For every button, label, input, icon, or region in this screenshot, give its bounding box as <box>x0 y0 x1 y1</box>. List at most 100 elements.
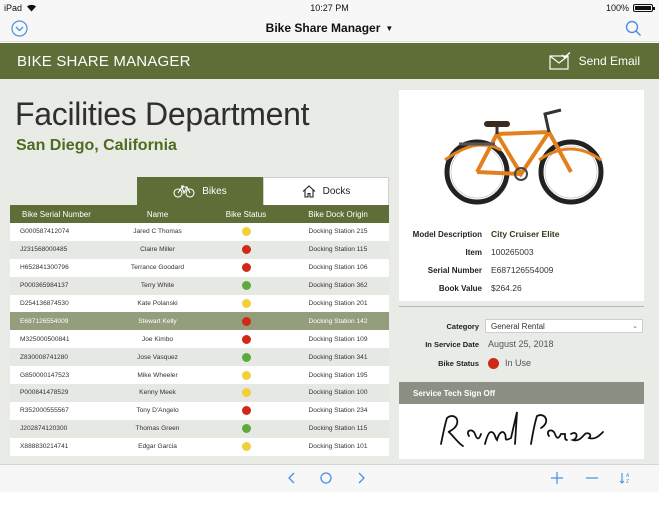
serial-cell: Z830008741280 <box>20 353 69 361</box>
service-date-value[interactable]: August 25, 2018 <box>488 339 554 349</box>
sort-button[interactable]: A Z <box>618 470 634 486</box>
plus-icon <box>551 472 563 484</box>
circle-icon <box>320 472 332 484</box>
nav-title-caret: ▼ <box>385 24 394 33</box>
name-cell: Edgar Garcia <box>138 443 177 451</box>
column-header-status[interactable]: Bike Status <box>205 210 287 219</box>
table-row[interactable]: E687126554009 Stewart Kelly Docking Statio… <box>10 312 389 331</box>
detail-row-model: Model Description City Cruiser Elite <box>399 226 644 242</box>
status-dot-icon <box>241 370 251 380</box>
status-bar: iPad 10:27 PM 100% <box>0 0 659 16</box>
item-value: 100265003 <box>491 247 534 257</box>
bike-status-value[interactable]: In Use <box>488 357 531 369</box>
chevron-right-icon <box>358 472 365 484</box>
send-email-button[interactable]: Send Email <box>549 52 640 70</box>
serial-cell: H652841300796 <box>20 264 69 272</box>
next-record-button[interactable] <box>353 470 369 486</box>
book-value-label: Book Value <box>438 283 482 293</box>
table-row[interactable]: D254136874530 Kate Polanski Docking Statio… <box>10 295 389 313</box>
status-dot-icon <box>241 424 251 434</box>
table-row[interactable]: R352000555567 Tony D'Angelo Docking Statio… <box>10 402 389 420</box>
serial-cell: R352000555567 <box>20 407 69 415</box>
chevron-left-icon <box>288 472 295 484</box>
dock-cell: Docking Station 101 <box>308 443 368 451</box>
dock-cell: Docking Station 362 <box>308 282 368 290</box>
status-cell <box>205 316 287 326</box>
name-cell: Kenny Meek <box>139 389 176 397</box>
name-cell: Terry White <box>140 282 175 290</box>
detail-row-book: Book Value $264.26 <box>399 280 644 296</box>
category-select[interactable]: General Rental ⌄ <box>485 319 643 333</box>
table-row[interactable]: M325000500841 Joe Kimbo Docking Station 10… <box>10 330 389 348</box>
name-cell: Thomas Green <box>135 425 180 433</box>
status-dot-icon <box>241 263 251 273</box>
sort-icon: A Z <box>619 473 630 485</box>
tab-docks[interactable]: Docks <box>263 177 389 205</box>
table-row[interactable]: G000587412074 Jared C Thomas Docking Stati… <box>10 223 389 241</box>
delete-record-button[interactable] <box>584 470 600 486</box>
tab-docks-label: Docks <box>322 186 351 197</box>
dock-cell: Docking Station 142 <box>308 317 368 325</box>
name-cell: Claire Miller <box>140 246 175 254</box>
bottom-toolbar: A Z <box>0 464 659 492</box>
serial-cell: J231568000485 <box>20 246 68 254</box>
home-icon <box>302 185 315 198</box>
table-row[interactable]: X888830214741 Edgar Garcia Docking Station… <box>10 438 389 456</box>
status-cell <box>205 299 287 308</box>
column-header-serial[interactable]: Bike Serial Number <box>10 210 110 219</box>
record-indicator-button[interactable] <box>318 470 334 486</box>
service-date-row: In Service Date August 25, 2018 <box>396 336 656 352</box>
table-row[interactable]: H652841300796 Terrance Goodard Docking Sta… <box>10 259 389 277</box>
table-row[interactable]: G850000147523 Mike Wheeler Docking Station… <box>10 366 389 384</box>
facilities-panel: Facilities Department San Diego, Califor… <box>0 79 396 464</box>
status-cell <box>205 227 287 237</box>
location-subtitle: San Diego, California <box>16 137 177 154</box>
dock-cell: Docking Station 341 <box>308 353 368 361</box>
table-row[interactable]: J202874120300 Thomas Green Docking Station… <box>10 419 389 438</box>
tab-bikes[interactable]: Bikes <box>137 177 263 205</box>
tab-bar: Bikes Docks <box>137 177 389 205</box>
name-cell: Jared C Thomas <box>133 228 182 236</box>
category-label: Category <box>446 321 479 331</box>
name-cell: Joe Kimbo <box>141 335 174 343</box>
chevron-down-icon: ⌄ <box>632 323 638 330</box>
table-body: G000587412074 Jared C Thomas Docking Stati… <box>10 223 389 456</box>
status-dot-icon <box>488 357 499 369</box>
previous-record-button[interactable] <box>284 470 300 486</box>
envelope-check-icon <box>549 52 571 70</box>
layout-title[interactable]: Bike Share Manager ▼ <box>0 21 659 35</box>
app-window: iPad 10:27 PM 100% Bike Share Manager ▼ B… <box>0 0 659 505</box>
serial-label: Serial Number <box>427 265 482 275</box>
svg-text:Z: Z <box>626 479 629 485</box>
status-dot-icon <box>241 281 251 291</box>
battery-icon <box>633 4 655 12</box>
table-row[interactable]: P000365984137 Terry White Docking Station … <box>10 276 389 295</box>
serial-cell: G000587412074 <box>20 228 70 236</box>
table-row[interactable]: P000841478529 Kenny Meek Docking Station 1… <box>10 384 389 402</box>
column-header-dock[interactable]: Bike Dock Origin <box>287 210 389 219</box>
column-header-name[interactable]: Name <box>110 210 205 219</box>
service-date-label: In Service Date <box>425 339 479 349</box>
model-label: Model Description <box>412 229 482 239</box>
serial-cell: G850000147523 <box>20 371 70 379</box>
status-cell <box>205 424 287 434</box>
name-cell: Jose Vasquez <box>137 353 178 361</box>
status-cell <box>205 281 287 291</box>
bike-details: Model Description City Cruiser Elite Ite… <box>399 217 644 301</box>
table-row[interactable]: J231568000485 Claire Miller Docking Statio… <box>10 240 389 259</box>
nav-title-text: Bike Share Manager <box>265 21 381 35</box>
status-cell <box>205 245 287 255</box>
bike-detail-panel: Model Description City Cruiser Elite Ite… <box>396 79 659 464</box>
name-cell: Terrance Goodard <box>130 264 185 272</box>
search-icon[interactable] <box>625 20 642 37</box>
table-row[interactable]: Z830008741280 Jose Vasquez Docking Station… <box>10 348 389 367</box>
status-dot-icon <box>241 352 251 362</box>
signature-field[interactable] <box>399 404 644 459</box>
dock-cell: Docking Station 234 <box>308 407 368 415</box>
status-cell <box>205 263 287 273</box>
dock-cell: Docking Station 115 <box>308 425 368 433</box>
dock-cell: Docking Station 215 <box>308 228 368 236</box>
status-dot-icon <box>241 299 251 308</box>
add-record-button[interactable] <box>549 470 565 486</box>
item-label: Item <box>465 247 482 257</box>
